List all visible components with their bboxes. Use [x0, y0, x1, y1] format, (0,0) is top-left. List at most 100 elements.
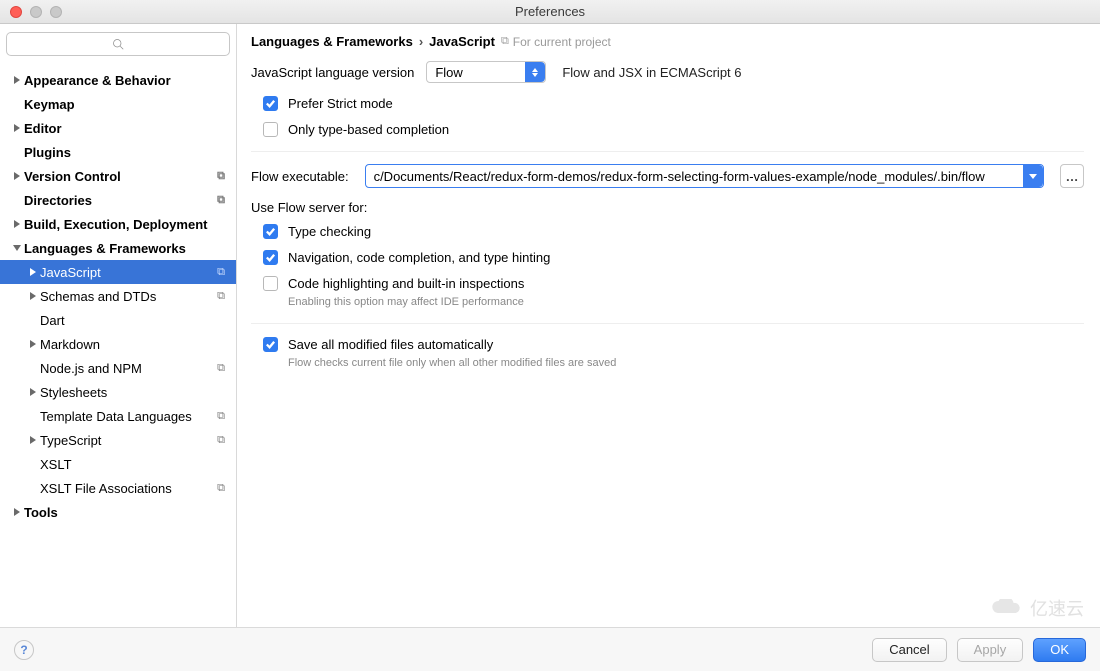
apply-button[interactable]: Apply [957, 638, 1024, 662]
disclosure-right-icon[interactable] [26, 289, 40, 303]
language-version-select[interactable]: Flow [426, 61, 546, 83]
tree-item-label: XSLT [40, 457, 214, 472]
disclosure-right-icon[interactable] [10, 73, 24, 87]
disclosure-none [10, 193, 24, 207]
language-version-value: Flow [435, 65, 462, 80]
save-files-hint: Flow checks current file only when all o… [288, 354, 616, 372]
dialog-footer: ? Cancel Apply OK [0, 627, 1100, 671]
flow-executable-input[interactable] [366, 165, 1043, 187]
search-input[interactable] [6, 32, 230, 56]
separator [251, 151, 1084, 152]
tree-item-label: Keymap [24, 97, 214, 112]
breadcrumb: Languages & Frameworks › JavaScript ⧉ Fo… [251, 34, 1084, 49]
disclosure-right-icon[interactable] [26, 433, 40, 447]
checkmark-icon [263, 224, 278, 239]
browse-button[interactable]: … [1060, 164, 1084, 188]
disclosure-right-icon[interactable] [26, 265, 40, 279]
navigation-completion-checkbox[interactable]: Navigation, code completion, and type hi… [263, 249, 1084, 267]
checkmark-icon [263, 96, 278, 111]
zoom-window-button[interactable] [50, 6, 62, 18]
checkmark-icon [263, 337, 278, 352]
scope-indicator: ⧉ For current project [501, 35, 611, 49]
tree-item-template-data-languages[interactable]: Template Data Languages⧉ [0, 404, 236, 428]
disclosure-none [26, 361, 40, 375]
chevron-updown-icon [525, 62, 545, 82]
tree-item-label: XSLT File Associations [40, 481, 214, 496]
close-window-button[interactable] [10, 6, 22, 18]
tree-item-javascript[interactable]: JavaScript⧉ [0, 260, 236, 284]
tree-item-editor[interactable]: Editor [0, 116, 236, 140]
tree-item-node-js-and-npm[interactable]: Node.js and NPM⧉ [0, 356, 236, 380]
disclosure-right-icon[interactable] [10, 217, 24, 231]
tree-item-version-control[interactable]: Version Control⧉ [0, 164, 236, 188]
cancel-button[interactable]: Cancel [872, 638, 946, 662]
flow-executable-row: Flow executable: … [251, 164, 1084, 188]
ok-button[interactable]: OK [1033, 638, 1086, 662]
tree-item-markdown[interactable]: Markdown [0, 332, 236, 356]
tree-item-typescript[interactable]: TypeScript⧉ [0, 428, 236, 452]
tree-item-label: Stylesheets [40, 385, 214, 400]
separator [251, 323, 1084, 324]
disclosure-right-icon[interactable] [10, 169, 24, 183]
code-highlighting-checkbox[interactable]: Code highlighting and built-in inspectio… [263, 275, 1084, 311]
breadcrumb-item: JavaScript [429, 34, 495, 49]
breadcrumb-item[interactable]: Languages & Frameworks [251, 34, 413, 49]
ellipsis-icon: … [1066, 169, 1079, 184]
save-files-checkbox[interactable]: Save all modified files automatically Fl… [263, 336, 1084, 372]
disclosure-none [10, 145, 24, 159]
tree-item-label: Version Control [24, 169, 214, 184]
checkmark-icon [263, 250, 278, 265]
project-scope-icon: ⧉ [214, 266, 228, 279]
tree-item-label: TypeScript [40, 433, 214, 448]
tree-item-label: Languages & Frameworks [24, 241, 214, 256]
tree-item-xslt-file-associations[interactable]: XSLT File Associations⧉ [0, 476, 236, 500]
checkbox-empty-icon [263, 122, 278, 137]
language-version-hint: Flow and JSX in ECMAScript 6 [562, 65, 741, 80]
project-scope-icon: ⧉ [214, 194, 228, 207]
tree-item-keymap[interactable]: Keymap [0, 92, 236, 116]
breadcrumb-separator: › [419, 34, 423, 49]
tree-item-label: Tools [24, 505, 214, 520]
tree-item-schemas-and-dtds[interactable]: Schemas and DTDs⧉ [0, 284, 236, 308]
tree-item-build-execution-deployment[interactable]: Build, Execution, Deployment [0, 212, 236, 236]
tree-item-languages-frameworks[interactable]: Languages & Frameworks [0, 236, 236, 260]
disclosure-right-icon[interactable] [26, 385, 40, 399]
settings-panel: Languages & Frameworks › JavaScript ⧉ Fo… [237, 24, 1100, 627]
project-scope-icon: ⧉ [214, 410, 228, 423]
settings-tree[interactable]: Appearance & Behavior Keymap Editor Plugins… [0, 64, 236, 627]
disclosure-none [26, 409, 40, 423]
project-scope-icon: ⧉ [214, 362, 228, 375]
type-based-completion-checkbox[interactable]: Only type-based completion [263, 121, 1084, 139]
language-version-label: JavaScript language version [251, 65, 414, 80]
disclosure-down-icon[interactable] [10, 241, 24, 255]
project-scope-icon: ⧉ [214, 434, 228, 447]
type-checking-checkbox[interactable]: Type checking [263, 223, 1084, 241]
tree-item-plugins[interactable]: Plugins [0, 140, 236, 164]
use-flow-server-label: Use Flow server for: [251, 200, 1084, 215]
tree-item-xslt[interactable]: XSLT [0, 452, 236, 476]
disclosure-right-icon[interactable] [26, 337, 40, 351]
tree-item-dart[interactable]: Dart [0, 308, 236, 332]
flow-executable-input-wrapper [365, 164, 1044, 188]
project-scope-icon: ⧉ [214, 290, 228, 303]
history-dropdown-button[interactable] [1023, 165, 1043, 187]
help-icon: ? [20, 643, 27, 657]
help-button[interactable]: ? [14, 640, 34, 660]
tree-item-label: Build, Execution, Deployment [24, 217, 214, 232]
search-icon [112, 38, 124, 50]
copy-icon: ⧉ [501, 35, 509, 48]
tree-item-directories[interactable]: Directories⧉ [0, 188, 236, 212]
disclosure-right-icon[interactable] [10, 121, 24, 135]
tree-item-appearance-behavior[interactable]: Appearance & Behavior [0, 68, 236, 92]
tree-item-label: Directories [24, 193, 214, 208]
tree-item-tools[interactable]: Tools [0, 500, 236, 524]
minimize-window-button[interactable] [30, 6, 42, 18]
tree-item-label: Editor [24, 121, 214, 136]
checkbox-empty-icon [263, 276, 278, 291]
disclosure-none [26, 313, 40, 327]
tree-item-stylesheets[interactable]: Stylesheets [0, 380, 236, 404]
tree-item-label: Schemas and DTDs [40, 289, 214, 304]
preferences-sidebar: Appearance & Behavior Keymap Editor Plugins… [0, 24, 237, 627]
disclosure-right-icon[interactable] [10, 505, 24, 519]
prefer-strict-checkbox[interactable]: Prefer Strict mode [263, 95, 1084, 113]
